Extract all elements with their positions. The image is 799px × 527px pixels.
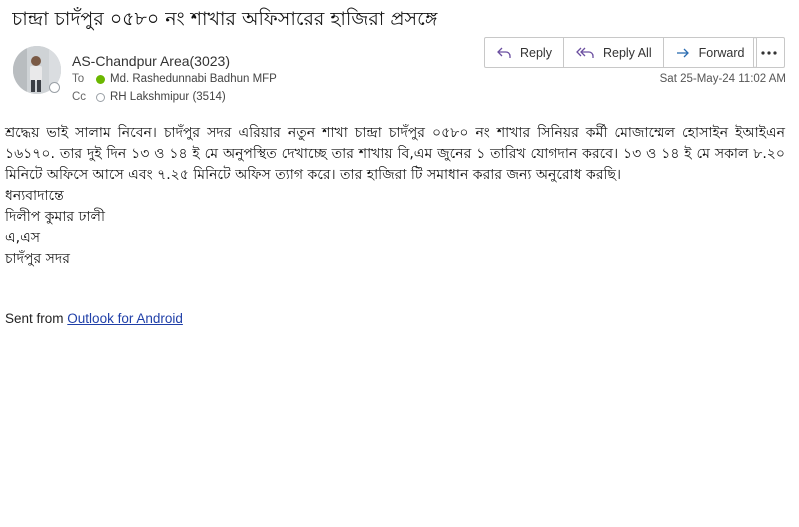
cc-label: Cc: [72, 91, 87, 103]
signature-location: চাদঁপুর সদর: [5, 251, 70, 267]
message-actions: Reply Reply All Forward: [484, 37, 758, 68]
more-dots-icon: [761, 50, 777, 55]
outlook-android-link[interactable]: Outlook for Android: [67, 311, 183, 326]
sent-from-footer: Sent from Outlook for Android: [5, 311, 183, 326]
signature-name: দিলীপ কুমার ঢালী: [5, 209, 105, 225]
cc-row: Cc RH Lakshmipur (3514): [72, 90, 226, 105]
reply-all-icon: [576, 47, 594, 58]
sender-name[interactable]: AS-Chandpur Area(3023): [72, 52, 230, 70]
reply-icon: [497, 47, 511, 58]
presence-unknown-icon: [96, 93, 105, 102]
forward-button[interactable]: Forward: [664, 38, 757, 67]
body-closing: ধন্যবাদান্তে: [5, 188, 64, 204]
more-actions-button[interactable]: [753, 37, 785, 68]
cc-recipient[interactable]: RH Lakshmipur (3514): [110, 90, 226, 105]
reply-label: Reply: [520, 45, 552, 60]
message-body: শ্রদ্ধেয় ভাই সালাম নিবেন। চাদঁপুর সদর এ…: [5, 123, 785, 270]
forward-arrow-icon: [676, 48, 689, 57]
to-recipient[interactable]: Md. Rashedunnabi Badhun MFP: [110, 72, 277, 87]
signature-title: এ,এস: [5, 230, 40, 246]
reply-all-label: Reply All: [602, 45, 652, 60]
to-label: To: [72, 73, 85, 85]
email-subject: চান্দ্রা চাদঁপুর ০৫৮০ নং শাখার অফিসারের …: [12, 8, 438, 30]
reply-button[interactable]: Reply: [485, 38, 564, 67]
sent-from-text: Sent from: [5, 311, 64, 326]
forward-label: Forward: [698, 45, 745, 60]
sender-presence-indicator: [49, 82, 60, 93]
received-date: Sat 25-May-24 11:02 AM: [659, 73, 786, 85]
presence-available-icon: [96, 75, 105, 84]
body-paragraph: শ্রদ্ধেয় ভাই সালাম নিবেন। চাদঁপুর সদর এ…: [5, 125, 785, 183]
to-row: To Md. Rashedunnabi Badhun MFP: [72, 72, 277, 87]
reply-all-button[interactable]: Reply All: [564, 38, 664, 67]
